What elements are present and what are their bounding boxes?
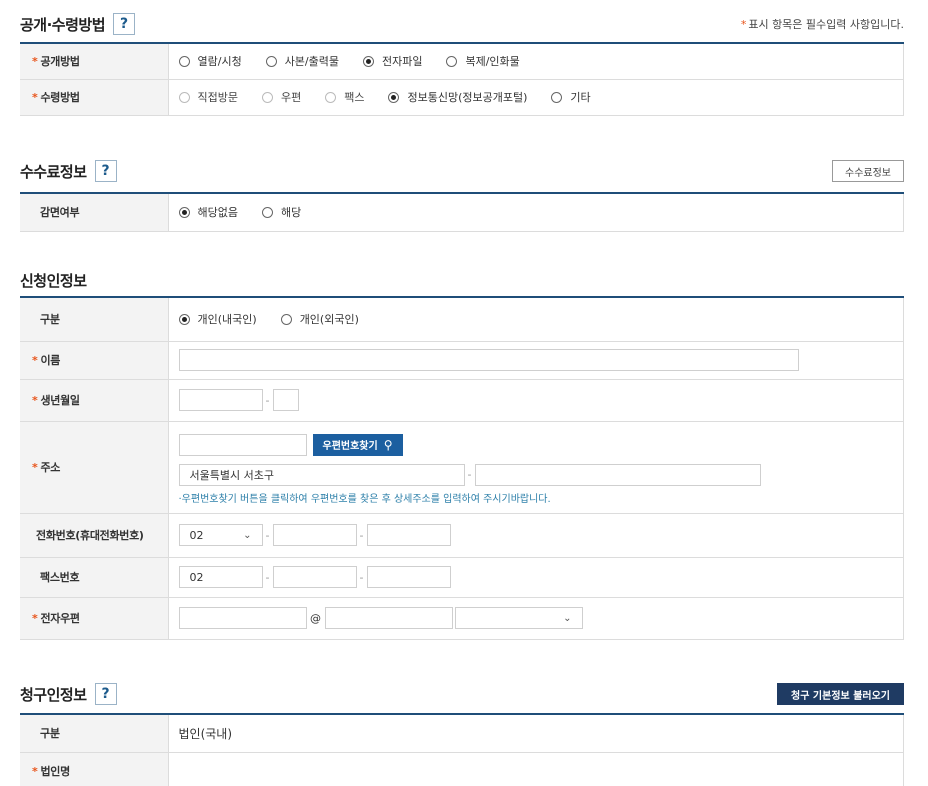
email-domain-input[interactable] [324,607,453,629]
address-detail-input[interactable] [474,463,761,486]
receive-option-fax[interactable]: 팩스 [325,89,364,105]
email-id-input[interactable] [178,607,307,629]
corp-name-value [168,752,904,786]
phone-label: 전화번호(휴대전화번호) [20,513,169,558]
receive-option-portal[interactable]: 정보통신망(정보공개포털) [388,89,527,105]
phone-area-select[interactable]: 02 ⌄ [178,524,263,546]
at-sign: @ [310,611,321,625]
applicant-type-radio-group: 개인(내국인) 개인(외국인) [178,311,904,327]
method-option-copy[interactable]: 사본/출력물 [265,53,339,69]
applicant-type-domestic[interactable]: 개인(내국인) [178,311,257,327]
fax-last-input[interactable] [366,566,451,588]
applicant-type-foreign[interactable]: 개인(외국인) [280,311,359,327]
fee-info-button[interactable]: 수수료정보 [832,160,904,182]
receive-option-other[interactable]: 기타 [551,89,591,105]
applicant-section-header: 신청인정보 [20,268,904,292]
fee-help-icon[interactable]: ? [94,160,117,182]
receive-radio-group: 직접방문 우편 팩스 정보통신망(정보공개포털) 기타 [178,89,904,105]
required-star-icon: * [740,18,747,31]
required-note-text: 표시 항목은 필수입력 사항입니다. [748,18,904,31]
applicant-table: 구분 개인(내국인) 개인(외국인) * 이름 * 생년월일 - * 주소 우편번호찾… [20,296,904,640]
chevron-down-icon: ⌄ [243,529,252,541]
method-label: * 공개방법 [20,43,169,80]
load-claimant-info-button[interactable]: 청구 기본정보 불러오기 [777,683,904,705]
address-hint: ·우편번호찾기 버튼을 클릭하여 우편번호를 찾은 후 상세주소를 입력하여 주… [178,493,551,505]
claimant-table: 구분 법인(국내) * 법인명 [20,713,904,786]
fax-label: 팩스번호 [20,557,169,598]
email-domain-select[interactable]: ⌄ [454,607,583,629]
applicant-title: 신청인정보 [20,271,87,290]
address-label: * 주소 [20,421,169,514]
disclosure-table: * 공개방법 열람/시청 사본/출력물 전자파일 복제/인화물 * 수령방법 직접방… [20,42,904,116]
required-note: * 표시 항목은 필수입력 사항입니다. [741,16,904,32]
fee-title: 수수료정보 [20,162,87,181]
disclosure-help-icon[interactable]: ? [113,13,135,35]
name-input[interactable] [178,349,799,371]
method-radio-group: 열람/시청 사본/출력물 전자파일 복제/인화물 [178,53,904,69]
claimant-title: 청구인정보 [20,685,87,704]
search-icon: ⚲ [383,437,393,452]
chevron-down-icon: ⌄ [563,612,572,624]
method-option-view[interactable]: 열람/시청 [178,53,242,69]
method-option-efile[interactable]: 전자파일 [363,53,422,69]
claimant-section-header: 청구인정보 ? 청구 기본정보 불러오기 [20,682,904,706]
receive-option-mail[interactable]: 우편 [261,89,301,105]
fax-mid-input[interactable] [272,566,357,588]
corp-name-label: * 법인명 [20,752,169,786]
disclosure-title: 공개·수령방법 [20,15,106,34]
receive-label: * 수령방법 [20,79,169,116]
exempt-option-none[interactable]: 해당없음 [178,204,238,220]
receive-option-visit[interactable]: 직접방문 [178,89,238,105]
birth-date-input[interactable] [178,389,263,411]
phone-last-input[interactable] [366,524,451,546]
birth-label: * 생년월일 [20,379,169,422]
disclosure-section-header: 공개·수령방법 ? * 표시 항목은 필수입력 사항입니다. [20,12,904,36]
birth-gender-input[interactable] [272,389,299,411]
zip-input[interactable] [178,433,307,456]
claimant-type-value: 법인(국내) [168,714,904,753]
fax-area-input[interactable]: 02 [178,566,263,588]
exempt-option-yes[interactable]: 해당 [261,204,301,220]
method-option-duplicate[interactable]: 복제/인화물 [446,53,520,69]
address-input[interactable]: 서울특별시 서초구 [178,463,465,486]
fee-table: 감면여부 해당없음 해당 [20,192,904,232]
exempt-label: 감면여부 [20,193,169,232]
applicant-type-label: 구분 [20,297,169,342]
claimant-help-icon[interactable]: ? [94,683,117,705]
phone-mid-input[interactable] [272,524,357,546]
email-label: * 전자우편 [20,597,169,640]
fee-section-header: 수수료정보 ? 수수료정보 [20,159,904,183]
claimant-type-label: 구분 [20,714,169,753]
exempt-radio-group: 해당없음 해당 [178,204,904,220]
zip-search-button[interactable]: 우편번호찾기 ⚲ [312,433,403,456]
name-label: * 이름 [20,341,169,380]
